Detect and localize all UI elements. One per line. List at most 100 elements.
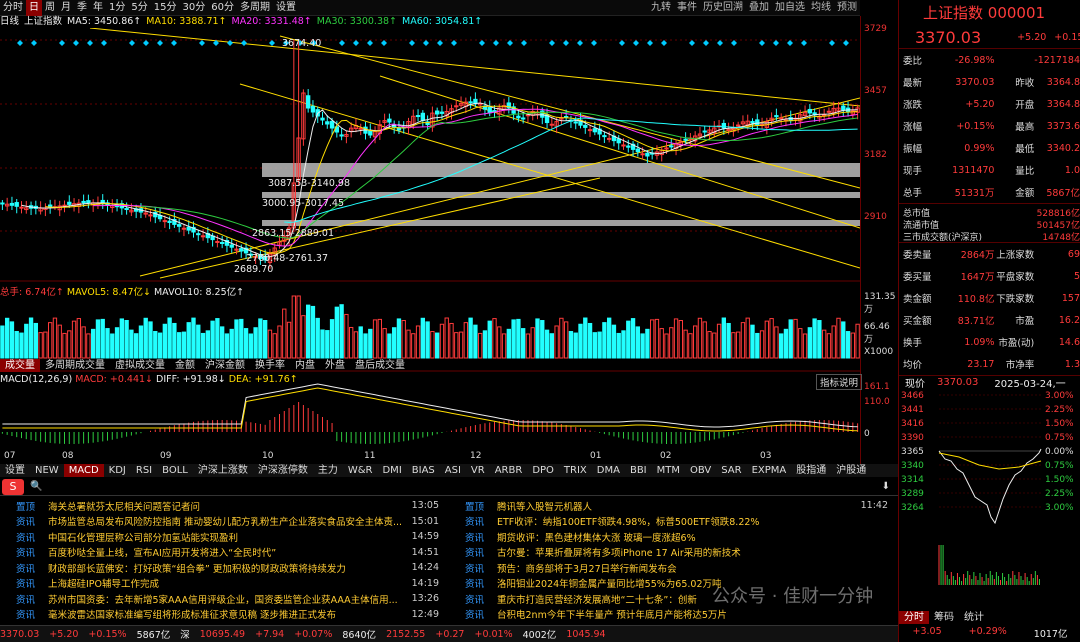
news-item[interactable]: 资讯 ETF收评：纳指100ETF领跌4.98%，标普500ETF领跌8.22% — [449, 514, 898, 530]
news-title[interactable]: 期货收评：黑色建材集体大涨 玻璃一度涨超6% — [497, 530, 854, 544]
side-tab[interactable]: 分时 — [899, 611, 929, 624]
news-title[interactable]: 上海超硅IPO辅导工作完成 — [48, 576, 405, 590]
news-item[interactable]: 资讯 中国石化管理层称公司部分加氢站能实现盈利 14:59 — [0, 529, 449, 545]
news-item[interactable]: 资讯 毫米波雷达国家标准编写组将形成标准征求意见稿 逐步推进正式发布 12:49 — [0, 607, 449, 623]
indicator-tab[interactable]: BOLL — [157, 464, 193, 477]
indicator-help-button[interactable]: 指标说明 — [816, 374, 863, 390]
volume-tab[interactable]: 成交量 — [0, 359, 40, 372]
news-item[interactable]: 资讯 台积电2nm今年下半年量产 预计年底月产能将达5万片 — [449, 607, 898, 623]
search-bar[interactable]: 🔍 — [30, 481, 42, 492]
news-title[interactable]: ETF收评：纳指100ETF领跌4.98%，标普500ETF领跌8.22% — [497, 514, 854, 528]
news-item[interactable]: 置顶 海关总署就芬太尼相关问题答记者问 13:05 — [0, 498, 449, 514]
toolbar-action-button[interactable]: 叠加 — [746, 0, 772, 16]
signal-marker — [143, 40, 149, 46]
volume-bar — [817, 320, 822, 359]
toolbar-action-button[interactable]: 均线 — [808, 0, 834, 16]
period-tab[interactable]: 5分 — [128, 0, 150, 16]
period-tab[interactable]: 15分 — [151, 0, 180, 16]
news-title[interactable]: 中国石化管理层称公司部分加氢站能实现盈利 — [48, 530, 405, 544]
news-title[interactable]: 台积电2nm今年下半年量产 预计年底月产能将达5万片 — [497, 607, 854, 621]
indicator-tab[interactable]: TRIX — [559, 464, 592, 477]
volume-bar — [305, 304, 311, 359]
indicator-tab[interactable]: SAR — [716, 464, 746, 477]
news-item[interactable]: 资讯 财政部部长蓝佛安：打好政策“组合拳” 更加积极的财政政策将持续发力 14:24 — [0, 560, 449, 576]
news-item[interactable]: 置顶 腾讯等入股智元机器人 11:42 — [449, 498, 898, 514]
news-item[interactable]: 资讯 百度秒哒全量上线，宣布AI应用开发将进入“全民时代” 14:51 — [0, 545, 449, 561]
indicator-tab[interactable]: DMI — [377, 464, 406, 477]
indicator-tab[interactable]: VR — [466, 464, 490, 477]
news-title[interactable]: 毫米波雷达国家标准编写组将形成标准征求意见稿 逐步推进正式发布 — [48, 607, 405, 621]
period-tab[interactable]: 季 — [74, 0, 90, 16]
signal-marker — [507, 40, 513, 46]
volume-bar — [597, 331, 602, 359]
indicator-tab[interactable]: 设置 — [0, 464, 30, 477]
indicator-tab[interactable]: W&R — [343, 464, 378, 477]
indicator-tab[interactable]: 主力 — [313, 464, 343, 477]
news-title[interactable]: 海关总署就芬太尼相关问题答记者问 — [48, 499, 405, 513]
indicator-tab[interactable]: BIAS — [407, 464, 440, 477]
indicator-tab[interactable]: MTM — [652, 464, 685, 477]
period-tab[interactable]: 1分 — [106, 0, 128, 16]
news-title[interactable]: 苏州市国资委：去年新增5家AAA信用评级企业，国资委监管企业获AAA主体信用..… — [48, 592, 405, 606]
news-title[interactable]: 腾讯等入股智元机器人 — [497, 499, 854, 513]
toolbar-action-button[interactable]: 事件 — [674, 0, 700, 16]
indicator-tab[interactable]: OBV — [685, 464, 716, 477]
period-tab[interactable]: 周 — [42, 0, 58, 16]
intraday-left-tick: 3390 — [901, 433, 924, 443]
indicator-tab[interactable]: KDJ — [104, 464, 131, 477]
volume-tab[interactable]: 金额 — [170, 359, 200, 372]
indicator-tab[interactable]: ARBR — [490, 464, 528, 477]
toolbar-action-button[interactable]: 九转 — [648, 0, 674, 16]
indicator-tab[interactable]: NEW — [30, 464, 64, 477]
news-title[interactable]: 预告：商务部将于3月27日举行新闻发布会 — [497, 561, 854, 575]
toolbar-action-button[interactable]: 加自选 — [772, 0, 808, 16]
download-icon[interactable]: ⬇ — [882, 481, 890, 492]
period-tab[interactable]: 60分 — [208, 0, 237, 16]
indicator-tab[interactable]: DPO — [527, 464, 559, 477]
news-title[interactable]: 市场监管总局发布风险防控指南 推动婴幼儿配方乳粉生产企业落实食品安全主体责... — [48, 514, 405, 528]
indicator-tab[interactable]: 沪股通 — [831, 464, 871, 477]
indicator-tab[interactable]: DMA — [592, 464, 625, 477]
period-tab[interactable]: 多周期 — [237, 0, 273, 16]
news-item[interactable]: 资讯 上海超硅IPO辅导工作完成 14:19 — [0, 576, 449, 592]
side-tab[interactable]: 筹码 — [929, 611, 959, 624]
indicator-tab[interactable]: EXPMA — [747, 464, 792, 477]
volume-tab[interactable]: 沪深金额 — [200, 359, 250, 372]
toolbar-action-button[interactable]: 预测 — [834, 0, 860, 16]
indicator-tab[interactable]: ASI — [440, 464, 466, 477]
kline-chart[interactable]: 3674.40 3087.53-3140.98 3000.95-3017.45 286… — [0, 28, 860, 471]
indicator-tab[interactable]: RSI — [131, 464, 157, 477]
volume-tab[interactable]: 虚拟成交量 — [110, 359, 170, 372]
s-logo-icon: S — [2, 478, 24, 495]
intraday-chart[interactable]: 3466 3.00% 3441 2.25% 3416 1.50% 3390 0.75% 3365… — [899, 389, 1080, 589]
news-title[interactable]: 财政部部长蓝佛安：打好政策“组合拳” 更加积极的财政政策将持续发力 — [48, 561, 405, 575]
quote-key: 买金额 — [903, 316, 932, 327]
period-tab[interactable]: 分时 — [0, 0, 26, 16]
news-item[interactable]: 资讯 市场监管总局发布风险防控指南 推动婴幼儿配方乳粉生产企业落实食品安全主体责.… — [0, 514, 449, 530]
indicator-tab[interactable]: MACD — [63, 464, 104, 477]
news-item[interactable]: 资讯 古尔曼：苹果折叠屏将有多项iPhone 17 Air采用的新技术 — [449, 545, 898, 561]
period-tab[interactable]: 日 — [26, 0, 42, 16]
news-title[interactable]: 古尔曼：苹果折叠屏将有多项iPhone 17 Air采用的新技术 — [497, 545, 854, 559]
volume-bar — [172, 322, 177, 359]
volume-bar — [76, 318, 82, 359]
volume-tab[interactable]: 盘后成交量 — [350, 359, 410, 372]
news-item[interactable]: 资讯 期货收评：黑色建材集体大涨 玻璃一度涨超6% — [449, 529, 898, 545]
period-tab[interactable]: 月 — [58, 0, 74, 16]
indicator-tab[interactable]: 股指通 — [791, 464, 831, 477]
period-tab[interactable]: 设置 — [273, 0, 299, 16]
volume-tab[interactable]: 换手率 — [250, 359, 290, 372]
indicator-tab[interactable]: 沪深涨停数 — [253, 464, 313, 477]
news-item[interactable]: 资讯 预告：商务部将于3月27日举行新闻发布会 — [449, 560, 898, 576]
news-title[interactable]: 百度秒哒全量上线，宣布AI应用开发将进入“全民时代” — [48, 545, 405, 559]
indicator-tab[interactable]: BBI — [625, 464, 652, 477]
volume-tab[interactable]: 外盘 — [320, 359, 350, 372]
period-tab[interactable]: 年 — [90, 0, 106, 16]
volume-tab[interactable]: 内盘 — [290, 359, 320, 372]
volume-tab[interactable]: 多周期成交量 — [40, 359, 110, 372]
indicator-tab[interactable]: 沪深上涨数 — [193, 464, 253, 477]
period-tab[interactable]: 30分 — [179, 0, 208, 16]
news-item[interactable]: 资讯 苏州市国资委：去年新增5家AAA信用评级企业，国资委监管企业获AAA主体信用… — [0, 591, 449, 607]
side-tab[interactable]: 统计 — [959, 611, 989, 624]
toolbar-action-button[interactable]: 历史回溯 — [700, 0, 746, 16]
